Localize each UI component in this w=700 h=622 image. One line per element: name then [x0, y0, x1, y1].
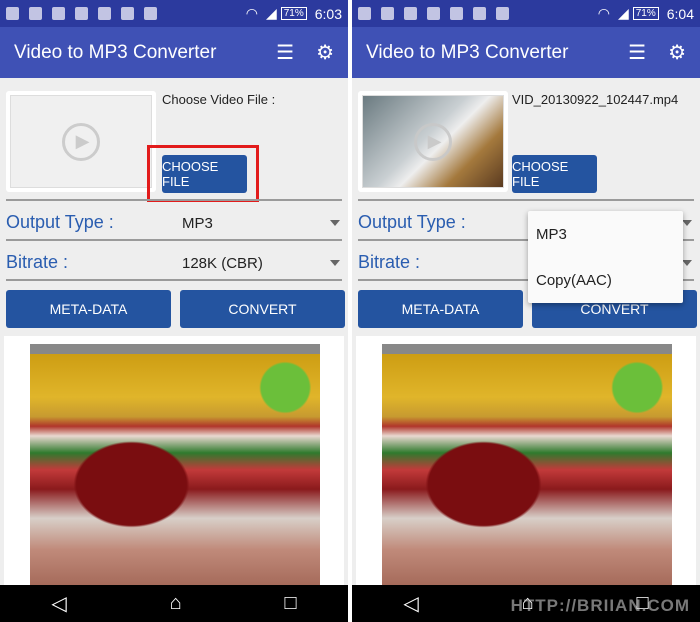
app-icon	[450, 7, 463, 20]
list-icon[interactable]: ☰	[276, 40, 294, 65]
output-type-dropdown: MP3 Copy(AAC)	[528, 211, 683, 303]
app-icon	[98, 7, 111, 20]
usb-icon	[6, 7, 19, 20]
battery-icon: 71%	[280, 7, 307, 20]
app-title: Video to MP3 Converter	[14, 41, 217, 63]
navigation-bar: ◁ ⌂ □	[0, 585, 348, 622]
wifi-icon: ◠	[597, 5, 610, 21]
file-label: Choose Video File :	[162, 92, 276, 107]
play-icon: ▶	[414, 122, 452, 161]
divider	[6, 239, 342, 241]
file-name: VID_20130922_102447.mp4	[512, 92, 679, 107]
app-notification-icon	[381, 7, 394, 20]
video-thumbnail[interactable]: ▶	[6, 91, 156, 192]
output-type-select[interactable]: MP3	[182, 215, 213, 232]
pixelated-image	[382, 344, 672, 586]
divider	[6, 199, 342, 201]
wifi-icon: ◠	[245, 5, 258, 21]
bitrate-label: Bitrate :	[358, 252, 421, 272]
bitrate-label: Bitrate :	[6, 252, 69, 272]
bitrate-select[interactable]: 128K (CBR)	[182, 255, 263, 272]
status-bar: ◠ ◢ 71% 6:03	[0, 0, 348, 27]
signal-icon: ◢	[617, 5, 629, 21]
app-notification-icon	[29, 7, 42, 20]
recents-icon[interactable]: □	[284, 592, 296, 615]
alarm-icon	[404, 7, 417, 20]
weather-icon	[427, 7, 440, 20]
clock: 6:04	[666, 5, 694, 22]
app-title: Video to MP3 Converter	[366, 41, 569, 63]
watermark: HTTP://BRIIAN.COM	[510, 596, 690, 615]
gear-icon[interactable]: ⚙	[316, 40, 334, 65]
clock: 6:03	[314, 5, 342, 22]
android-icon	[144, 7, 157, 20]
dropdown-arrow-icon[interactable]	[330, 220, 340, 226]
dropdown-arrow-icon[interactable]	[682, 260, 692, 266]
pixelated-image	[30, 344, 320, 586]
status-bar: ◠ ◢ 71% 6:04	[352, 0, 700, 27]
dropdown-arrow-icon[interactable]	[330, 260, 340, 266]
divider	[6, 279, 342, 281]
choose-file-button[interactable]: CHOOSE FILE	[512, 155, 597, 193]
right-screen: ◠ ◢ 71% 6:04 Video to MP3 Converter ☰ ⚙ …	[352, 0, 700, 622]
image-icon	[121, 7, 134, 20]
output-type-label: Output Type :	[6, 212, 114, 232]
meta-data-button[interactable]: META-DATA	[6, 290, 171, 328]
ad-banner[interactable]	[356, 336, 696, 586]
play-icon: ▶	[62, 122, 100, 161]
video-thumbnail[interactable]: ▶	[358, 91, 508, 192]
back-icon[interactable]: ◁	[51, 591, 66, 616]
dropdown-option-copy-aac[interactable]: Copy(AAC)	[528, 257, 683, 303]
ad-banner[interactable]	[4, 336, 344, 586]
back-icon[interactable]: ◁	[403, 591, 418, 616]
gear-icon[interactable]: ⚙	[668, 40, 686, 65]
meta-data-button[interactable]: META-DATA	[358, 290, 523, 328]
dropdown-option-mp3[interactable]: MP3	[528, 211, 683, 257]
app-bar: Video to MP3 Converter ☰ ⚙	[0, 27, 348, 78]
list-icon[interactable]: ☰	[628, 40, 646, 65]
battery-icon: 71%	[632, 7, 659, 20]
app-bar: Video to MP3 Converter ☰ ⚙	[352, 27, 700, 78]
convert-button[interactable]: CONVERT	[180, 290, 345, 328]
home-icon[interactable]: ⌂	[170, 592, 182, 615]
image-icon	[473, 7, 486, 20]
dropdown-arrow-icon[interactable]	[682, 220, 692, 226]
alarm-icon	[52, 7, 65, 20]
divider	[358, 199, 694, 201]
left-screen: ◠ ◢ 71% 6:03 Video to MP3 Converter ☰ ⚙ …	[0, 0, 348, 622]
android-icon	[496, 7, 509, 20]
highlight-box	[147, 145, 259, 202]
signal-icon: ◢	[265, 5, 277, 21]
usb-icon	[358, 7, 371, 20]
output-type-label: Output Type :	[358, 212, 466, 232]
weather-icon	[75, 7, 88, 20]
